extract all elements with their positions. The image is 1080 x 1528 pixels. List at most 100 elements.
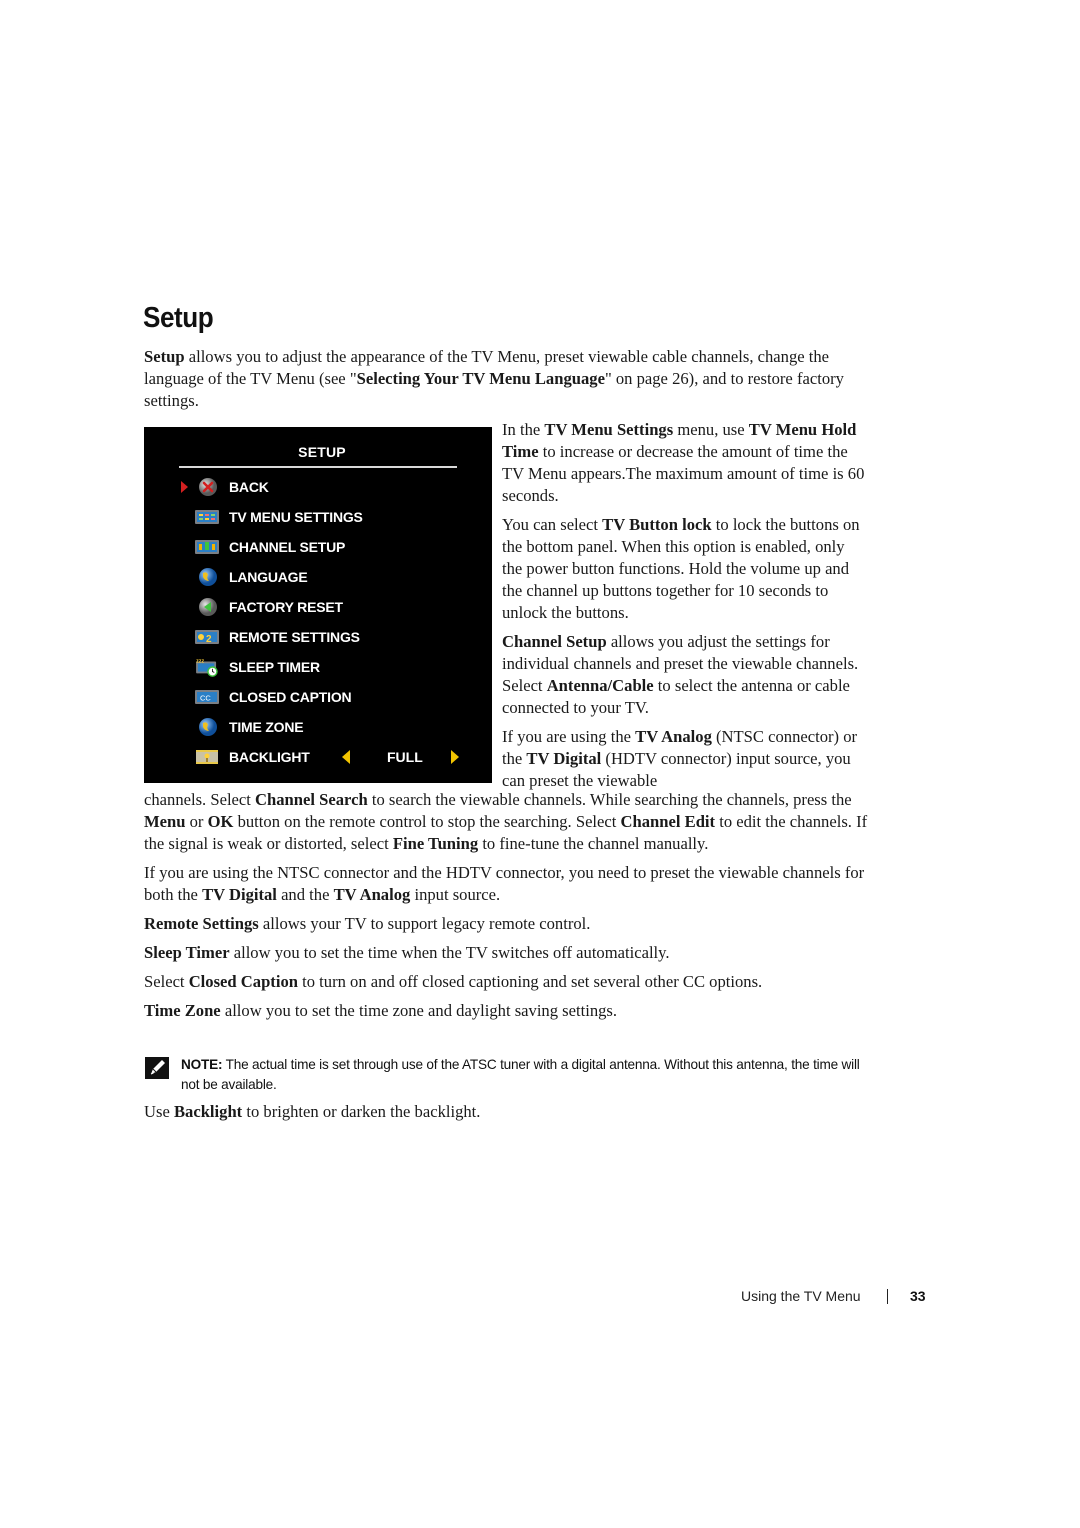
paragraph-remote-settings: Remote Settings allows your TV to suppor… [144, 913, 874, 935]
term-remote-settings: Remote Settings [144, 914, 259, 933]
menu-item-label: CLOSED CAPTION [229, 689, 352, 705]
term-tv-analog: TV Analog [635, 727, 712, 746]
menu-item-label: REMOTE SETTINGS [229, 629, 360, 645]
intro-paragraph: Setup allows you to adjust the appearanc… [144, 346, 874, 412]
footer-section-title: Using the TV Menu [741, 1288, 861, 1304]
menu-item-language: LANGUAGE [144, 565, 492, 589]
paragraph-closed-caption: Select Closed Caption to turn on and off… [144, 971, 874, 993]
paragraph-analog-digital: If you are using the TV Analog (NTSC con… [502, 726, 867, 792]
term-tv-menu-settings: TV Menu Settings [544, 420, 674, 439]
note-pencil-icon [145, 1057, 169, 1079]
term-tv-button-lock: TV Button lock [602, 515, 712, 534]
footer-divider [887, 1289, 888, 1304]
page-title: Setup [143, 302, 214, 334]
menu-item-tv-menu-settings: TV MENU SETTINGS [144, 505, 492, 529]
menu-item-factory-reset: FACTORY RESET [144, 595, 492, 619]
term-backlight: Backlight [173, 1102, 243, 1121]
note-label: NOTE: [181, 1057, 223, 1072]
remote-settings-icon: 2 [195, 630, 219, 645]
decrease-arrow-icon [342, 750, 350, 764]
paragraph-tv-menu-settings: In the TV Menu Settings menu, use TV Men… [502, 419, 867, 507]
menu-item-back: BACK [144, 475, 492, 499]
closed-caption-icon: CC [195, 690, 219, 704]
full-width-text: channels. Select Channel Search to searc… [144, 789, 874, 1029]
menu-item-remote-settings: 2 REMOTE SETTINGS [144, 625, 492, 649]
tv-setup-menu-screenshot: SETUP BACK TV MENU SETTINGS CHANNEL SETU… [144, 427, 492, 783]
menu-item-channel-setup: CHANNEL SETUP [144, 535, 492, 559]
backlight-value: FULL [387, 749, 423, 765]
text-run: to turn on and off closed captioning and… [297, 972, 763, 991]
menu-item-label: BACKLIGHT [229, 749, 310, 765]
paragraph-time-zone: Time Zone allow you to set the time zone… [144, 1000, 874, 1022]
svg-text:zzz: zzz [196, 658, 204, 664]
menu-item-label: TIME ZONE [229, 719, 304, 735]
cc-text: CC [200, 694, 211, 703]
menu-item-label: LANGUAGE [229, 569, 308, 585]
backlight-icon [196, 750, 218, 764]
menu-header: SETUP [298, 444, 346, 460]
text-run: If you are using the [502, 727, 636, 746]
term-channel-search: Channel Search [255, 790, 368, 809]
increase-arrow-icon [451, 750, 459, 764]
paragraph-ntsc-hdtv: If you are using the NTSC connector and … [144, 862, 874, 906]
paragraph-sleep-timer: Sleep Timer allow you to set the time wh… [144, 942, 874, 964]
text-run: channels. Select [144, 790, 256, 809]
menu-item-label: TV MENU SETTINGS [229, 509, 363, 525]
menu-item-closed-caption: CC CLOSED CAPTION [144, 685, 492, 709]
term-sleep-timer: Sleep Timer [144, 943, 230, 962]
tv-menu-settings-icon [195, 510, 219, 524]
menu-item-backlight: BACKLIGHT FULL [144, 745, 492, 769]
svg-text:2: 2 [206, 634, 212, 645]
term-ok: OK [207, 812, 234, 831]
menu-header-divider [179, 466, 457, 468]
term-tv-digital: TV Digital [202, 885, 277, 904]
page-number: 33 [910, 1288, 926, 1304]
text-run: and the [276, 885, 334, 904]
selection-arrow-icon [181, 481, 188, 493]
term-time-zone: Time Zone [144, 1001, 221, 1020]
text-run: button on the remote control to stop the… [233, 812, 621, 831]
menu-item-label: FACTORY RESET [229, 599, 343, 615]
menu-item-label: SLEEP TIMER [229, 659, 320, 675]
text-run: to search the viewable channels. While s… [367, 790, 852, 809]
factory-reset-icon [199, 598, 217, 616]
menu-item-sleep-timer: zzz SLEEP TIMER [144, 655, 492, 679]
term-fine-tuning: Fine Tuning [392, 834, 479, 853]
paragraph-channel-setup: Channel Setup allows you adjust the sett… [502, 631, 867, 719]
text-run: You can select [502, 515, 603, 534]
term-channel-setup: Channel Setup [502, 632, 607, 651]
text-run: to fine-tune the channel manually. [478, 834, 709, 853]
text-run: menu, use [673, 420, 749, 439]
globe-icon [199, 718, 217, 736]
paragraph-channel-search: channels. Select Channel Search to searc… [144, 789, 874, 855]
text-run: to increase or decrease the amount of ti… [502, 442, 865, 505]
text-run: or [185, 812, 208, 831]
sleep-timer-icon: zzz [196, 658, 218, 677]
paragraph-button-lock: You can select TV Button lock to lock th… [502, 514, 867, 624]
right-column-text: In the TV Menu Settings menu, use TV Men… [502, 419, 867, 792]
menu-item-time-zone: TIME ZONE [144, 715, 492, 739]
text-run: Use [144, 1102, 174, 1121]
term-antenna-cable: Antenna/Cable [546, 676, 654, 695]
text-run: to brighten or darken the backlight. [242, 1102, 481, 1121]
text-run: allow you to set the time when the TV sw… [229, 943, 670, 962]
globe-icon [199, 568, 217, 586]
term-tv-digital: TV Digital [526, 749, 602, 768]
term-tv-analog: TV Analog [333, 885, 411, 904]
menu-item-label: CHANNEL SETUP [229, 539, 346, 555]
channel-setup-icon [195, 540, 219, 554]
text-run: allows your TV to support legacy remote … [258, 914, 591, 933]
note-text: NOTE: The actual time is set through use… [181, 1055, 871, 1095]
page-footer: Using the TV Menu 33 [741, 1288, 926, 1304]
text-run: input source. [410, 885, 501, 904]
term-closed-caption: Closed Caption [188, 972, 298, 991]
link-selecting-language: Selecting Your TV Menu Language [356, 369, 605, 388]
text-run: Select [144, 972, 189, 991]
term-setup: Setup [144, 347, 185, 366]
text-run: In the [502, 420, 545, 439]
paragraph-backlight: Use Backlight to brighten or darken the … [144, 1101, 874, 1123]
text-run: The actual time is set through use of th… [181, 1057, 860, 1092]
menu-item-label: BACK [229, 479, 269, 495]
text-run: allow you to set the time zone and dayli… [220, 1001, 618, 1020]
term-menu: Menu [144, 812, 186, 831]
